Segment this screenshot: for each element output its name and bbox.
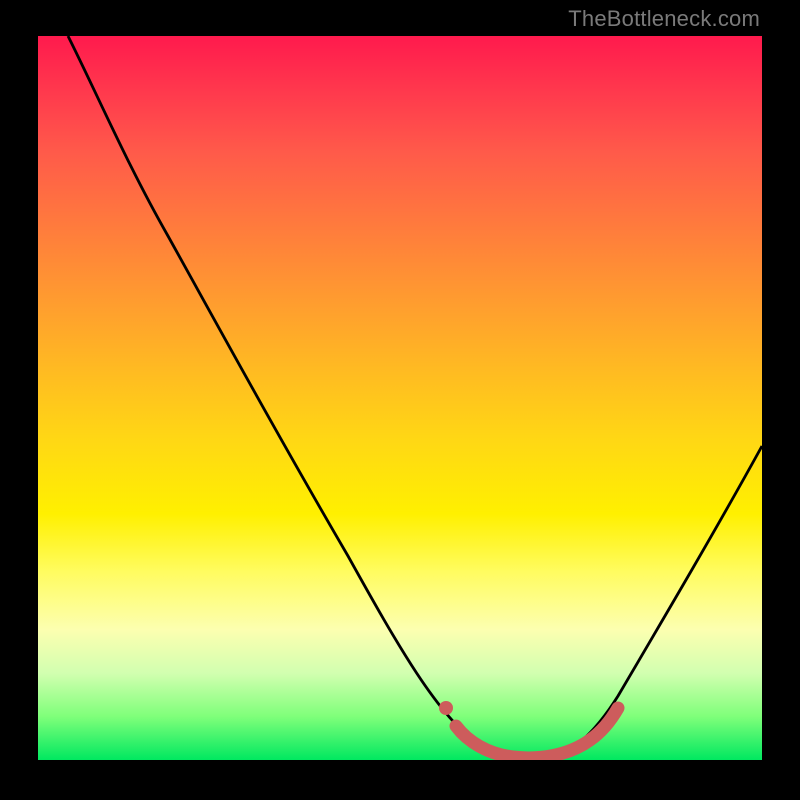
highlight-dot-left [439, 701, 453, 715]
optimal-range-highlight-line [456, 708, 618, 758]
bottleneck-curve-line [68, 36, 762, 758]
chart-frame: TheBottleneck.com [0, 0, 800, 800]
watermark-text: TheBottleneck.com [568, 6, 760, 32]
plot-area [38, 36, 762, 760]
chart-svg [38, 36, 762, 760]
